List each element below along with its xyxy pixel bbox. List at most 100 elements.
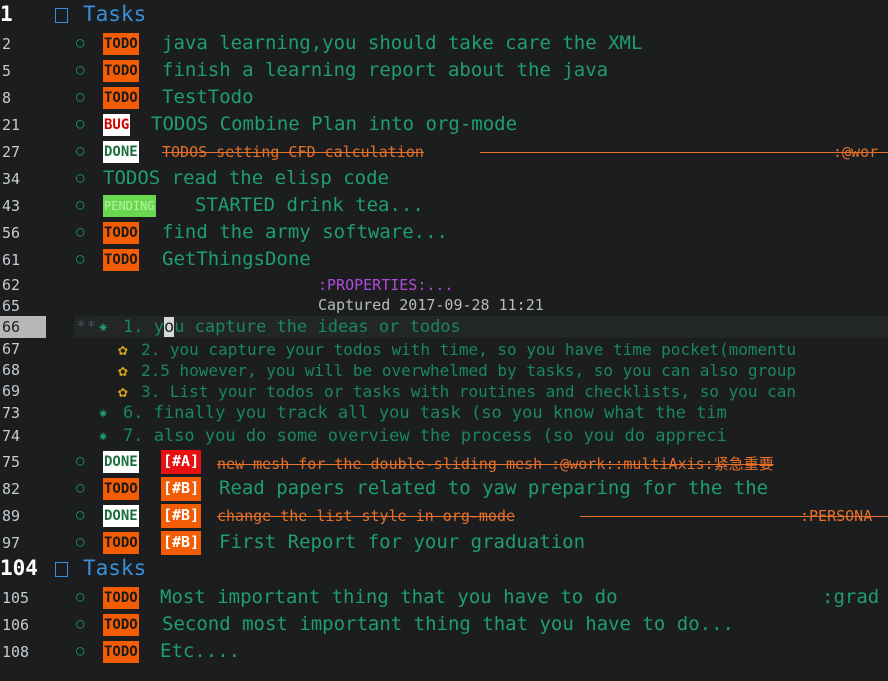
bullet-icon: ○: [76, 643, 85, 659]
bullet-icon: ○: [76, 89, 85, 105]
todo-keyword[interactable]: TODO: [103, 587, 139, 609]
task-line-5[interactable]: 5 ○ TODO finish a learning report about …: [0, 59, 888, 83]
line-number: 106: [2, 616, 30, 634]
task-text[interactable]: Second most important thing that you hav…: [162, 613, 734, 635]
captured-timestamp: Captured 2017-09-28 11:21: [318, 296, 544, 314]
list-line-68[interactable]: 68 ✿ 2.5 however, you will be overwhelme…: [0, 360, 888, 380]
strike-line: [480, 152, 888, 153]
bullet-icon: ○: [76, 35, 85, 51]
bullet-icon: ○: [76, 507, 85, 523]
priority-b-badge[interactable]: [#B]: [161, 477, 202, 501]
task-text[interactable]: finish a learning report about the java: [162, 59, 608, 81]
priority-b-badge[interactable]: [#B]: [161, 531, 202, 555]
bug-keyword[interactable]: BUG: [103, 114, 131, 136]
task-line-43[interactable]: 43 ○ PENDING STARTED drink tea...: [0, 194, 888, 218]
todo-keyword[interactable]: TODO: [103, 33, 139, 55]
star-bullet-icon: ✷: [98, 426, 109, 446]
task-text[interactable]: Most important thing that you have to do: [160, 586, 618, 608]
bullet-icon: ○: [76, 224, 85, 240]
pending-keyword[interactable]: PENDING: [103, 195, 156, 217]
task-tag[interactable]: :PERSONA: [800, 507, 872, 525]
task-text[interactable]: TODOS setting CFD calculation: [162, 143, 424, 161]
task-line-108[interactable]: 108 ○ TODO Etc....: [0, 640, 888, 664]
task-text[interactable]: change the list style in org-mode: [217, 507, 515, 525]
todo-keyword[interactable]: TODO: [103, 222, 139, 244]
task-line-56[interactable]: 56 ○ TODO find the army software...: [0, 221, 888, 245]
bullet-icon: ○: [76, 62, 85, 78]
list-item-text[interactable]: 3. List your todos or tasks with routine…: [141, 382, 796, 401]
properties-drawer[interactable]: :PROPERTIES:...: [318, 276, 453, 294]
line-number: 105: [2, 589, 30, 607]
task-line-27[interactable]: 27 ○ DONE TODOS setting CFD calculation …: [0, 140, 888, 164]
bullet-icon: ○: [76, 251, 85, 267]
todo-keyword[interactable]: TODO: [103, 532, 139, 554]
todo-keyword[interactable]: TODO: [103, 478, 139, 500]
star-bullet-icon: ✷: [98, 403, 109, 423]
task-line-2[interactable]: 2 ○ TODO java learning,you should take c…: [0, 32, 888, 56]
done-keyword[interactable]: DONE: [103, 451, 139, 473]
todo-keyword[interactable]: TODO: [103, 249, 139, 271]
task-line-89[interactable]: 89 ○ DONE [#B] change the list style in …: [0, 503, 888, 529]
current-line-number: 66: [0, 316, 46, 338]
list-item-text[interactable]: 2.5 however, you will be overwhelmed by …: [141, 361, 796, 380]
list-line-66[interactable]: 66 ** ✷ 1. you capture the ideas or todo…: [0, 316, 888, 338]
line-number: 104: [0, 556, 38, 580]
todo-keyword[interactable]: TODO: [103, 87, 139, 109]
list-line-74[interactable]: 74 ✷ 7. also you do some overview the pr…: [0, 425, 888, 447]
line-number: 34: [2, 170, 21, 188]
task-line-34[interactable]: 34 ○ TODOS read the elisp code: [0, 167, 888, 191]
task-text[interactable]: Etc....: [160, 640, 240, 662]
heading-title[interactable]: Tasks: [83, 556, 146, 580]
list-line-67[interactable]: 67 ✿ 2. you capture your todos with time…: [0, 339, 888, 359]
line-number: 69: [2, 382, 21, 400]
priority-b-badge[interactable]: [#B]: [161, 504, 202, 528]
task-line-61[interactable]: 61 ○ TODO GetThingsDone: [0, 248, 888, 272]
priority-a-badge[interactable]: [#A]: [161, 450, 202, 474]
line-number: 75: [2, 453, 21, 471]
todo-keyword[interactable]: TODO: [103, 60, 139, 82]
line-number: 65: [2, 297, 21, 315]
list-item-text[interactable]: 1. you capture the ideas or todos: [123, 317, 461, 337]
task-tag[interactable]: :@wor: [833, 143, 878, 161]
heading-line-1: 1 Tasks: [0, 2, 888, 28]
task-text[interactable]: TestTodo: [162, 86, 254, 108]
task-line-105[interactable]: 105 ○ TODO Most important thing that you…: [0, 586, 888, 610]
task-text[interactable]: GetThingsDone: [162, 248, 311, 270]
list-item-text[interactable]: 7. also you do some overview the process…: [123, 426, 727, 446]
line-number: 89: [2, 507, 21, 525]
text-after-cursor: u capture the ideas or todos: [174, 317, 461, 337]
list-line-73[interactable]: 73 ✷ 6. finally you track all you task (…: [0, 402, 888, 424]
heading-title[interactable]: Tasks: [83, 2, 146, 26]
todo-keyword[interactable]: TODO: [103, 641, 139, 663]
list-item-text[interactable]: 6. finally you track all you task (so yo…: [123, 403, 727, 423]
text-cursor: o: [163, 317, 175, 337]
task-text[interactable]: java learning,you should take care the X…: [162, 32, 642, 54]
task-tag[interactable]: :grad: [822, 586, 879, 608]
task-line-21[interactable]: 21 ○ BUG TODOS Combine Plan into org-mod…: [0, 113, 888, 137]
done-keyword[interactable]: DONE: [103, 505, 139, 527]
line-number: 73: [2, 404, 21, 422]
task-text[interactable]: TODOS read the elisp code: [103, 167, 389, 189]
properties-line[interactable]: 62 :PROPERTIES:...: [0, 275, 888, 295]
task-text[interactable]: find the army software...: [162, 221, 448, 243]
list-line-69[interactable]: 69 ✿ 3. List your todos or tasks with ro…: [0, 381, 888, 401]
task-line-75[interactable]: 75 ○ DONE [#A] new mesh for the double-s…: [0, 449, 888, 475]
line-number: 74: [2, 427, 21, 445]
flower-bullet-icon: ✿: [118, 382, 128, 401]
task-text[interactable]: TODOS Combine Plan into org-mode: [151, 113, 517, 135]
todo-keyword[interactable]: TODO: [103, 614, 139, 636]
list-item-text[interactable]: 2. you capture your todos with time, so …: [141, 340, 796, 359]
line-number: 8: [2, 89, 12, 107]
done-keyword[interactable]: DONE: [103, 141, 139, 163]
task-text[interactable]: Read papers related to yaw preparing for…: [219, 477, 768, 499]
task-line-106[interactable]: 106 ○ TODO Second most important thing t…: [0, 613, 888, 637]
bullet-icon: ○: [76, 453, 85, 469]
task-line-8[interactable]: 8 ○ TODO TestTodo: [0, 86, 888, 110]
task-line-82[interactable]: 82 ○ TODO [#B] Read papers related to ya…: [0, 476, 888, 502]
bullet-icon: ○: [76, 589, 85, 605]
line-number: 27: [2, 143, 21, 161]
task-text[interactable]: First Report for your graduation: [219, 531, 585, 553]
task-text[interactable]: new mesh for the double-sliding mesh :@w…: [217, 453, 774, 474]
task-line-97[interactable]: 97 ○ TODO [#B] First Report for your gra…: [0, 530, 888, 556]
task-text[interactable]: STARTED drink tea...: [195, 194, 424, 216]
